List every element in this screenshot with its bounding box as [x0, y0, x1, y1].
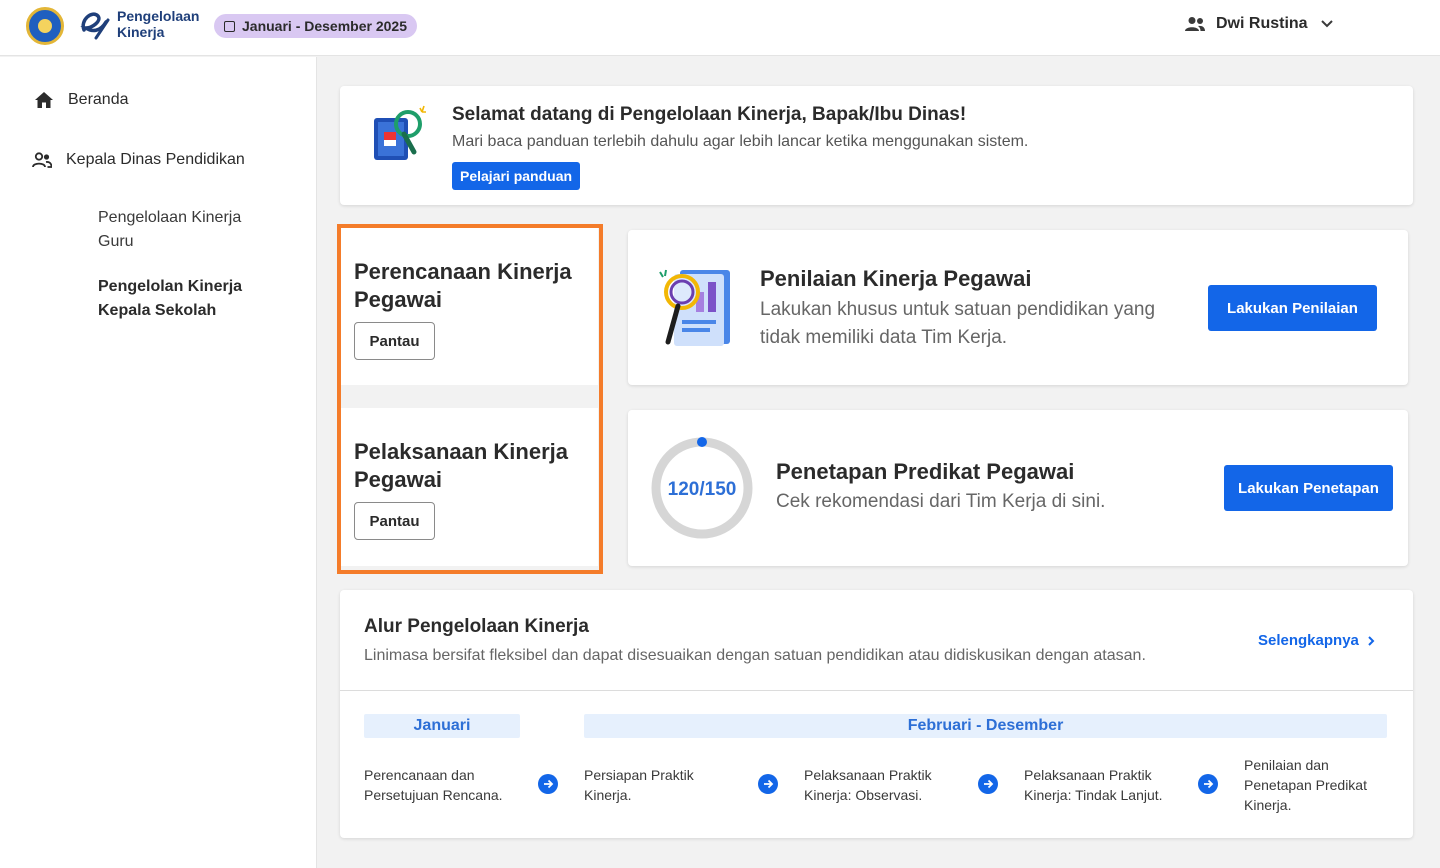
user-group-icon — [1185, 17, 1205, 31]
execution-card: Pelaksanaan Kinerja Pegawai Pantau — [340, 408, 598, 566]
top-bar: Pengelolaan Kinerja Januari - Desember 2… — [0, 0, 1440, 56]
workflow-step: Pelaksanaan Praktik Kinerja: Observasi. — [804, 767, 932, 803]
home-icon — [35, 92, 53, 108]
chevron-right-icon — [1368, 635, 1375, 646]
planning-title: Perencanaan Kinerja Pegawai — [354, 259, 572, 312]
sidebar-item-label: Beranda — [68, 91, 129, 108]
assessment-title: Penilaian Kinerja Pegawai — [760, 266, 1032, 291]
app-name-line-2: Kinerja — [117, 24, 165, 40]
arrow-right-icon — [1198, 774, 1218, 794]
workflow-step: Pelaksanaan Praktik Kinerja: Tindak Lanj… — [1024, 767, 1163, 803]
app-logo-icon — [80, 12, 110, 40]
guide-book-icon — [374, 105, 426, 160]
welcome-title: Selamat datang di Pengelolaan Kinerja, B… — [452, 104, 967, 125]
period-chip[interactable]: Januari - Desember 2025 — [214, 14, 417, 38]
phase-januari: Januari — [364, 714, 520, 738]
user-group-icon — [32, 152, 52, 168]
sidebar-item-label: Kepala Dinas Pendidikan — [66, 151, 245, 168]
planning-card: Perencanaan Kinerja Pegawai Pantau — [340, 228, 598, 385]
arrow-right-icon — [538, 774, 558, 794]
workflow-subtitle: Linimasa bersifat fleksibel dan dapat di… — [364, 647, 1146, 664]
welcome-card: Selamat datang di Pengelolaan Kinerja, B… — [340, 86, 1413, 205]
chevron-down-icon — [1320, 20, 1333, 28]
workflow-title: Alur Pengelolaan Kinerja — [364, 616, 589, 637]
divider — [340, 690, 1413, 691]
workflow-step: Penilaian dan Penetapan Predikat Kinerja… — [1244, 757, 1367, 813]
user-name: Dwi Rustina — [1216, 15, 1308, 32]
planning-monitor-button[interactable]: Pantau — [354, 322, 435, 360]
progress-ring: 120/150 — [651, 437, 753, 539]
calendar-icon — [224, 20, 235, 32]
sidebar: Beranda Kepala Dinas Pendidikan Pengelol… — [0, 57, 317, 868]
workflow-card: Alur Pengelolaan Kinerja Linimasa bersif… — [340, 590, 1413, 838]
sidebar-item-kepala-dinas[interactable]: Kepala Dinas Pendidikan — [32, 151, 245, 169]
assessment-card: Penilaian Kinerja Pegawai Lakukan khusus… — [628, 230, 1408, 385]
predicate-title: Penetapan Predikat Pegawai — [776, 459, 1075, 484]
execution-monitor-button[interactable]: Pantau — [354, 502, 435, 540]
progress-indicator — [697, 437, 707, 447]
phase-februari-desember: Februari - Desember — [584, 714, 1387, 738]
arrow-right-icon — [978, 774, 998, 794]
welcome-subtitle: Mari baca panduan terlebih dahulu agar l… — [452, 133, 1029, 150]
sidebar-subitem-kinerja-kepala-sekolah[interactable]: Pengelolan Kinerja Kepala Sekolah — [98, 275, 278, 323]
arrow-right-icon — [758, 774, 778, 794]
ministry-logo — [26, 7, 64, 45]
report-search-icon — [659, 269, 730, 346]
user-menu[interactable]: Dwi Rustina — [1184, 12, 1344, 36]
app-name-line-1: Pengelolaan — [117, 8, 200, 24]
progress-label: 120/150 — [668, 479, 737, 500]
sidebar-subitem-kinerja-guru[interactable]: Pengelolaan Kinerja Guru — [98, 206, 278, 254]
sidebar-item-beranda[interactable]: Beranda — [34, 91, 129, 109]
predicate-card: 120/150 Penetapan Predikat Pegawai Cek r… — [628, 410, 1408, 566]
learn-guide-button[interactable]: Pelajari panduan — [452, 162, 581, 190]
app-name: Pengelolaan Kinerja — [117, 8, 199, 40]
see-more-label: Selengkapnya — [1258, 632, 1359, 649]
do-assessment-button[interactable]: Lakukan Penilaian — [1208, 285, 1377, 331]
do-predicate-button[interactable]: Lakukan Penetapan — [1224, 465, 1393, 511]
workflow-step: Persiapan Praktik Kinerja. — [584, 767, 694, 803]
see-more-link[interactable]: Selengkapnya — [1258, 632, 1375, 649]
execution-title: Pelaksanaan Kinerja Pegawai — [354, 439, 569, 492]
assessment-subtitle: Lakukan khusus untuk satuan pendidikan y… — [760, 299, 1156, 348]
predicate-subtitle: Cek rekomendasi dari Tim Kerja di sini. — [776, 491, 1106, 512]
period-label: Januari - Desember 2025 — [242, 18, 407, 34]
workflow-step: Perencanaan dan Persetujuan Rencana. — [364, 767, 503, 803]
